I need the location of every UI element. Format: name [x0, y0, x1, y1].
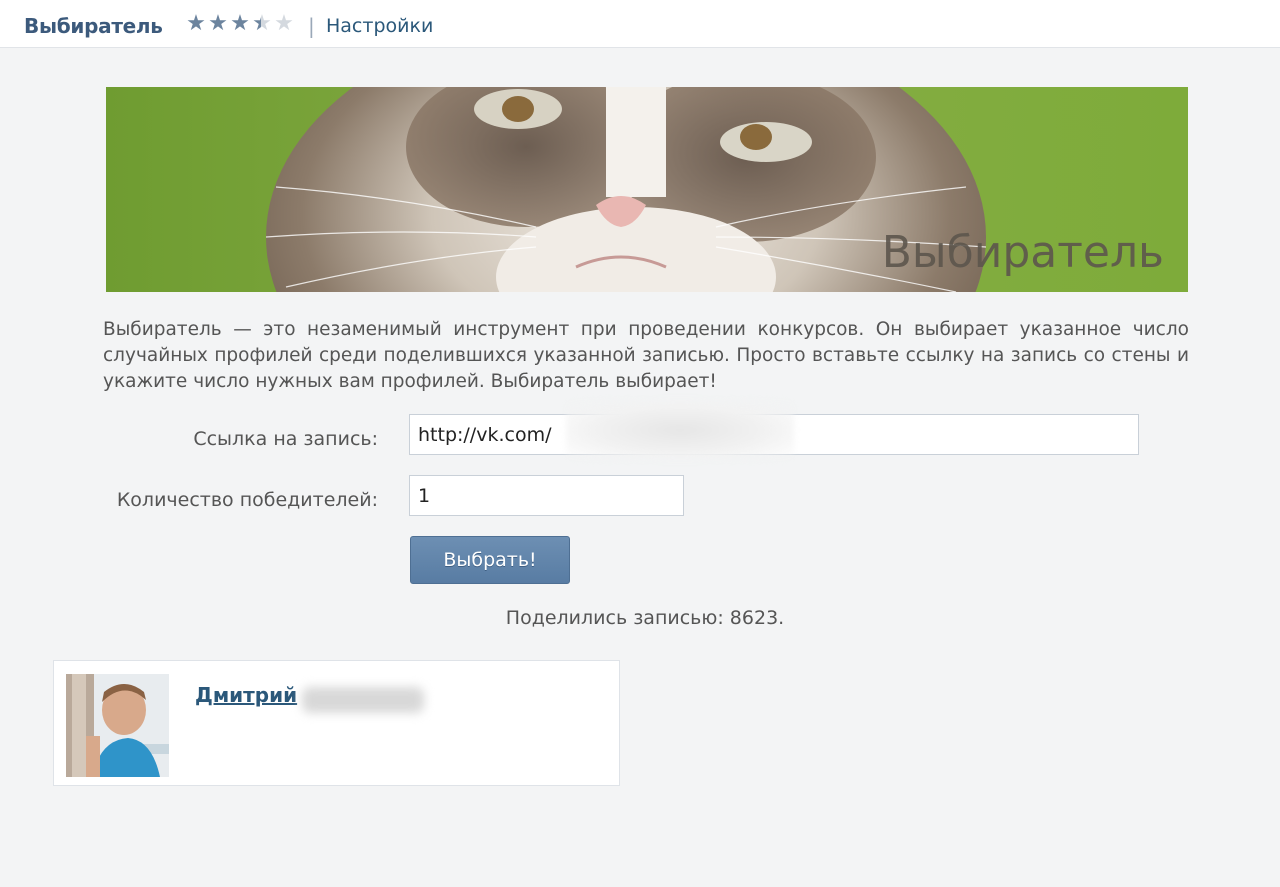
- banner-caption: Выбиратель: [881, 227, 1164, 278]
- redacted-link-blur: [566, 400, 794, 460]
- avatar[interactable]: [66, 674, 169, 777]
- shared-count-text: Поделились записью: 8623.: [505, 607, 785, 629]
- link-label: Ссылка на запись:: [193, 428, 378, 450]
- rating-stars[interactable]: ★ ★ ★ ★ ★: [184, 11, 294, 36]
- app-description: Выбиратель — это незаменимый инструмент …: [103, 319, 1189, 392]
- star-empty-icon[interactable]: ★: [272, 11, 294, 36]
- app-title[interactable]: Выбиратель: [24, 14, 163, 38]
- top-bar: Выбиратель ★ ★ ★ ★ ★ | Настройки: [0, 0, 1280, 48]
- winners-count-label: Количество победителей:: [116, 489, 378, 511]
- winner-name-link[interactable]: Дмитрий: [195, 683, 297, 707]
- star-icon[interactable]: ★: [206, 11, 228, 36]
- header-divider: |: [308, 14, 315, 38]
- redacted-surname-blur: [302, 687, 424, 713]
- settings-link[interactable]: Настройки: [326, 15, 433, 37]
- banner-image: Выбиратель: [106, 87, 1188, 292]
- avatar-photo: [66, 674, 169, 777]
- star-half-icon[interactable]: ★: [250, 11, 272, 36]
- star-icon[interactable]: ★: [184, 11, 206, 36]
- choose-button[interactable]: Выбрать!: [410, 536, 570, 584]
- winner-card: Дмитрий: [53, 660, 620, 786]
- winners-count-input[interactable]: [409, 475, 684, 516]
- star-icon[interactable]: ★: [228, 11, 250, 36]
